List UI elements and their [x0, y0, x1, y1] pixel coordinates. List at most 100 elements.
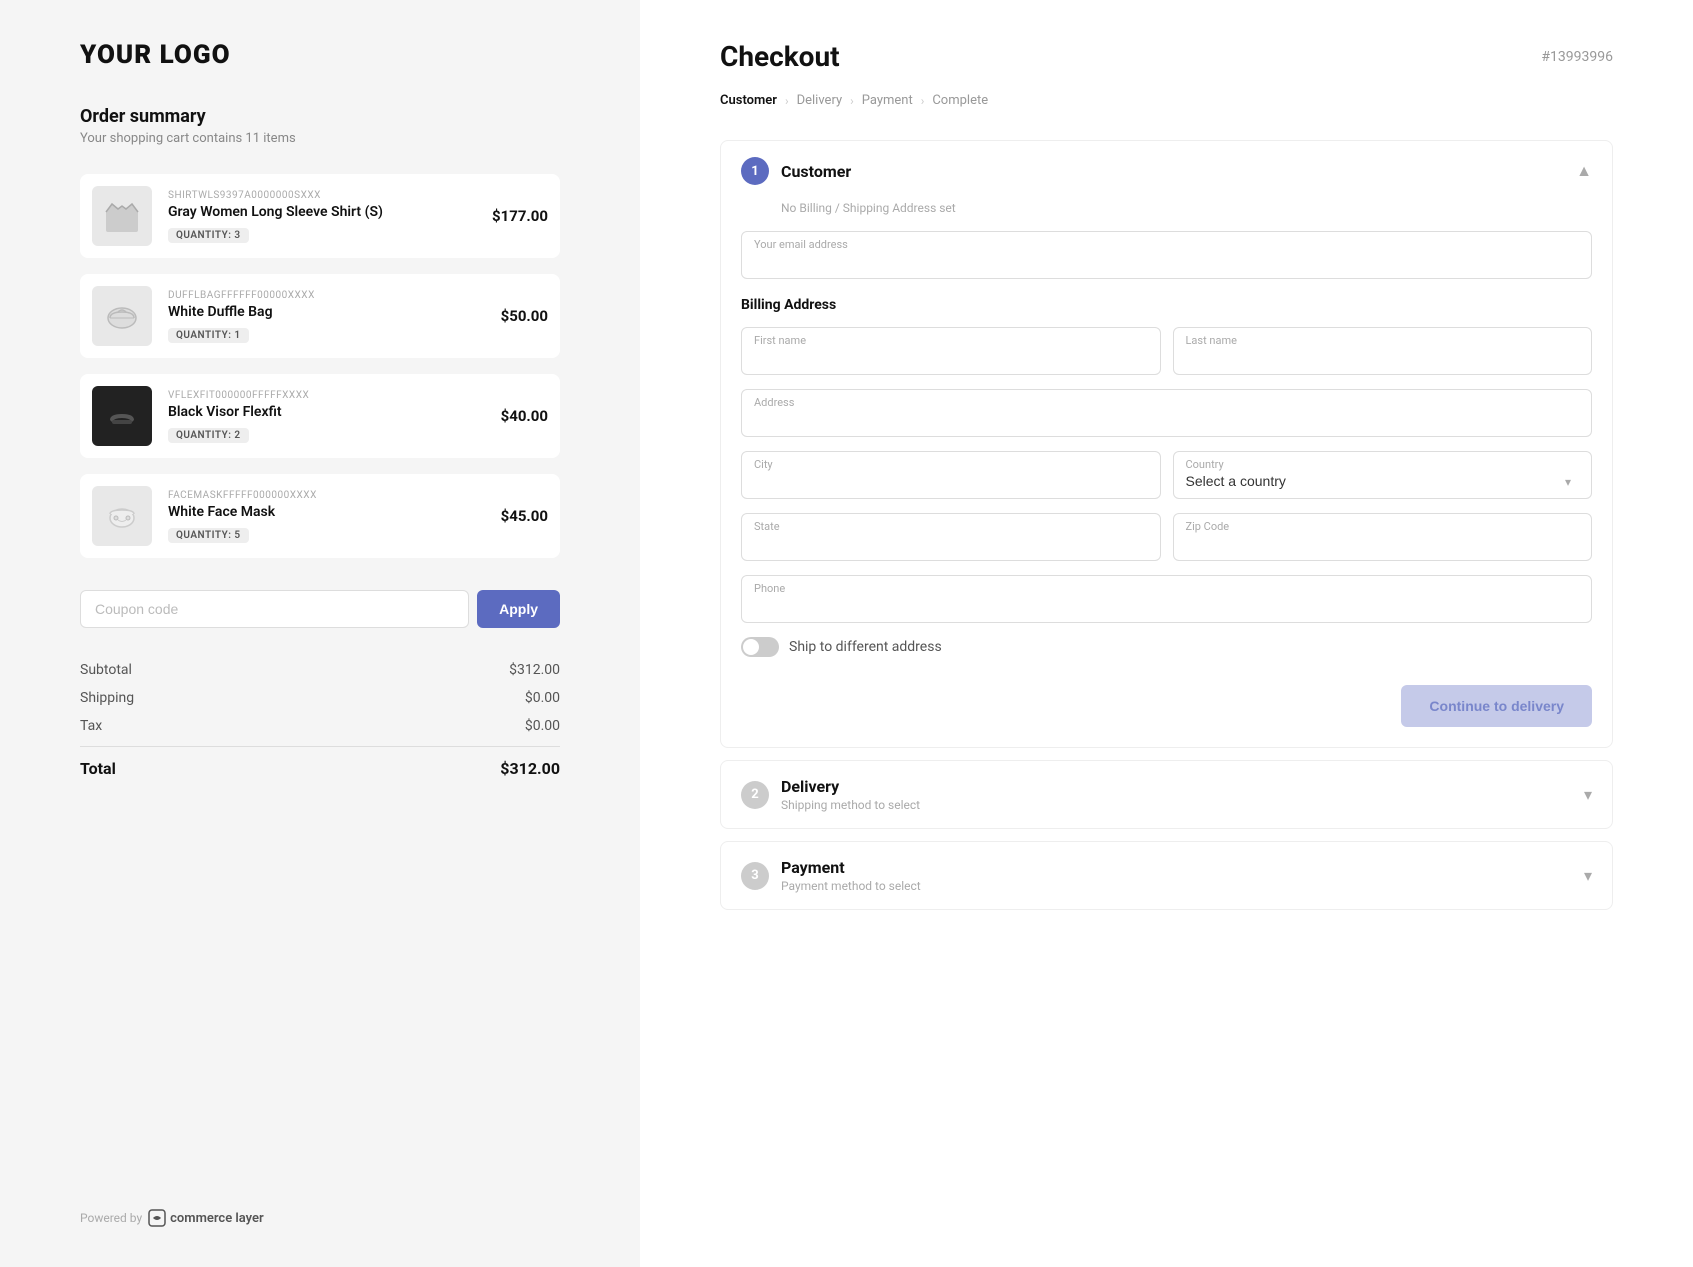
- email-input[interactable]: [754, 253, 1579, 269]
- subtotal-value: $312.00: [509, 662, 560, 678]
- billing-address-label: Billing Address: [741, 297, 1592, 313]
- breadcrumb-complete[interactable]: Complete: [932, 93, 988, 108]
- tax-value: $0.00: [525, 718, 560, 734]
- breadcrumb: Customer › Delivery › Payment › Complete: [720, 93, 1613, 108]
- first-name-wrapper: First name: [741, 327, 1161, 375]
- state-wrapper: State: [741, 513, 1161, 561]
- order-summary-subtitle: Your shopping cart contains 11 items: [80, 131, 560, 146]
- shipping-label: Shipping: [80, 690, 134, 706]
- step-2-label: Delivery: [781, 777, 920, 796]
- item-image-bag: [92, 286, 152, 346]
- item-name: White Duffle Bag: [168, 304, 485, 320]
- step-1-body: Your email address Billing Address First…: [721, 231, 1612, 747]
- item-price: $40.00: [501, 407, 548, 425]
- order-number: #13993996: [1541, 49, 1613, 65]
- apply-button[interactable]: Apply: [477, 590, 560, 628]
- item-sku: DUFFLBAGFFFFFF00000XXXX: [168, 290, 485, 301]
- ship-to-different-toggle[interactable]: [741, 637, 779, 657]
- continue-to-delivery-button[interactable]: Continue to delivery: [1401, 685, 1592, 727]
- grand-total-row: Total $312.00: [80, 746, 560, 784]
- coupon-input[interactable]: [80, 590, 469, 628]
- city-label: City: [754, 458, 1148, 471]
- item-name: Gray Women Long Sleeve Shirt (S): [168, 204, 476, 220]
- step-number-2: 2: [741, 781, 769, 809]
- first-name-label: First name: [754, 334, 1148, 347]
- state-input[interactable]: [754, 535, 1148, 551]
- step-number-3: 3: [741, 862, 769, 890]
- item-image-shirt: [92, 186, 152, 246]
- list-item: SHIRTWLS9397A0000000SXXX Gray Women Long…: [80, 174, 560, 258]
- email-field-wrapper: Your email address: [741, 231, 1592, 279]
- last-name-input[interactable]: [1186, 349, 1580, 365]
- step-number-1: 1: [741, 157, 769, 185]
- item-image-mask: [92, 486, 152, 546]
- step-1-label: Customer: [781, 162, 851, 181]
- address-label: Address: [754, 396, 1579, 409]
- item-price: $45.00: [501, 507, 548, 525]
- step-payment-header[interactable]: 3 Payment Payment method to select ▾: [721, 842, 1612, 909]
- country-select[interactable]: Select a country: [1186, 473, 1580, 489]
- state-zip-row: State Zip Code: [741, 513, 1592, 561]
- ship-to-different-label: Ship to different address: [789, 639, 942, 655]
- item-quantity: QUANTITY: 5: [168, 528, 249, 543]
- item-name: Black Visor Flexfit: [168, 404, 485, 420]
- step-delivery: 2 Delivery Shipping method to select ▾: [720, 760, 1613, 829]
- email-label: Your email address: [754, 238, 1579, 251]
- chevron-down-payment-icon: ▾: [1584, 866, 1592, 885]
- checkout-header: Checkout #13993996: [720, 40, 1613, 73]
- item-price: $50.00: [501, 307, 548, 325]
- breadcrumb-delivery[interactable]: Delivery: [797, 93, 843, 108]
- logo: YOUR LOGO: [80, 40, 560, 70]
- step-3-label: Payment: [781, 858, 921, 877]
- item-quantity: QUANTITY: 3: [168, 228, 249, 243]
- item-price: $177.00: [492, 207, 548, 225]
- ship-to-different-row: Ship to different address: [741, 637, 1592, 657]
- country-label: Country: [1186, 458, 1580, 471]
- item-sku: FACEMASKFFFFF000000XXXX: [168, 490, 485, 501]
- step-customer: 1 Customer ▲ No Billing / Shipping Addre…: [720, 140, 1613, 748]
- no-address-text: No Billing / Shipping Address set: [721, 201, 1612, 215]
- list-item: VFLEXFIT000000FFFFFXXXX Black Visor Flex…: [80, 374, 560, 458]
- item-image-visor: [92, 386, 152, 446]
- order-totals: Subtotal $312.00 Shipping $0.00 Tax $0.0…: [80, 656, 560, 784]
- step-delivery-header[interactable]: 2 Delivery Shipping method to select ▾: [721, 761, 1612, 828]
- breadcrumb-customer[interactable]: Customer: [720, 93, 777, 108]
- commerce-layer-icon: [148, 1209, 166, 1227]
- item-sku: SHIRTWLS9397A0000000SXXX: [168, 190, 476, 201]
- order-items: SHIRTWLS9397A0000000SXXX Gray Women Long…: [80, 174, 560, 558]
- chevron-down-delivery-icon: ▾: [1584, 785, 1592, 804]
- phone-label: Phone: [754, 582, 1579, 595]
- step-customer-header[interactable]: 1 Customer ▲: [721, 141, 1612, 201]
- subtotal-label: Subtotal: [80, 662, 132, 678]
- item-quantity: QUANTITY: 2: [168, 428, 249, 443]
- zip-label: Zip Code: [1186, 520, 1580, 533]
- last-name-wrapper: Last name: [1173, 327, 1593, 375]
- checkout-title: Checkout: [720, 40, 840, 73]
- powered-by-text: Powered by: [80, 1211, 142, 1225]
- first-name-input[interactable]: [754, 349, 1148, 365]
- zip-input[interactable]: [1186, 535, 1580, 551]
- order-summary-title: Order summary: [80, 106, 560, 127]
- right-panel: Checkout #13993996 Customer › Delivery ›…: [640, 0, 1693, 1267]
- list-item: DUFFLBAGFFFFFF00000XXXX White Duffle Bag…: [80, 274, 560, 358]
- commerce-layer-brand: commerce layer: [170, 1211, 264, 1226]
- city-wrapper: City: [741, 451, 1161, 499]
- subtotal-row: Subtotal $312.00: [80, 656, 560, 684]
- breadcrumb-payment[interactable]: Payment: [862, 93, 913, 108]
- total-value: $312.00: [500, 759, 560, 778]
- city-country-row: City Country Select a country: [741, 451, 1592, 499]
- item-sku: VFLEXFIT000000FFFFFXXXX: [168, 390, 485, 401]
- address-input[interactable]: [754, 411, 1579, 427]
- tax-row: Tax $0.00: [80, 712, 560, 740]
- state-label: State: [754, 520, 1148, 533]
- coupon-row: Apply: [80, 590, 560, 628]
- zip-wrapper: Zip Code: [1173, 513, 1593, 561]
- phone-input[interactable]: [754, 597, 1579, 613]
- step-2-sublabel: Shipping method to select: [781, 798, 920, 812]
- city-input[interactable]: [754, 473, 1148, 489]
- last-name-label: Last name: [1186, 334, 1580, 347]
- chevron-up-icon: ▲: [1576, 161, 1592, 181]
- list-item: FACEMASKFFFFF000000XXXX White Face Mask …: [80, 474, 560, 558]
- shipping-row: Shipping $0.00: [80, 684, 560, 712]
- step-3-sublabel: Payment method to select: [781, 879, 921, 893]
